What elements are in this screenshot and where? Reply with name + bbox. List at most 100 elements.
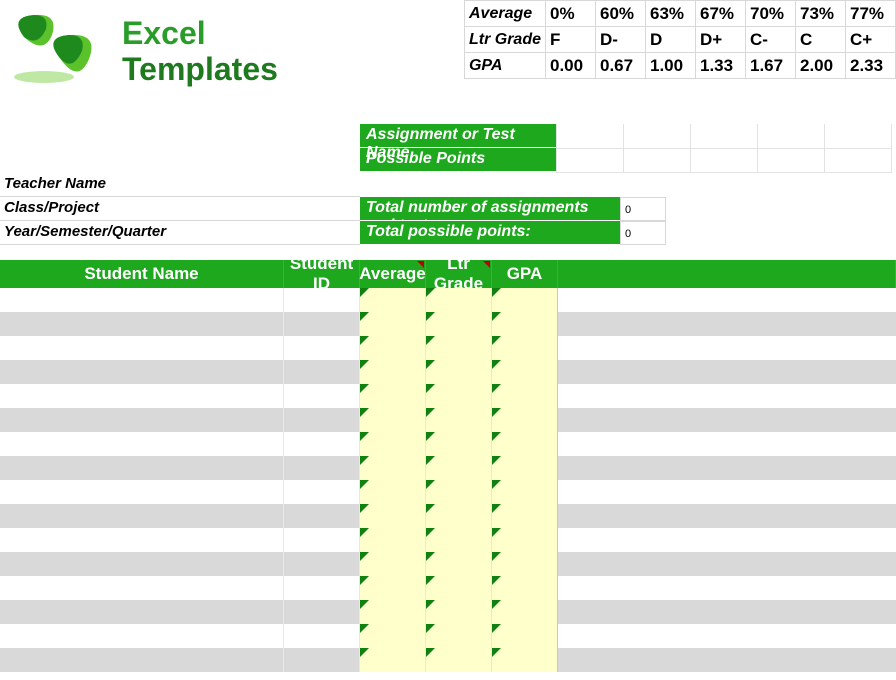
asn-cell[interactable] <box>624 124 691 148</box>
scale-cell[interactable]: 0% <box>546 1 596 27</box>
cell-average[interactable] <box>360 288 426 312</box>
asn-cell[interactable] <box>624 148 691 172</box>
cell-student-id[interactable] <box>284 552 360 576</box>
cell-student-id[interactable] <box>284 648 360 672</box>
cell-average[interactable] <box>360 504 426 528</box>
cell-student-id[interactable] <box>284 624 360 648</box>
cell-gpa[interactable] <box>492 336 558 360</box>
cell-letter-grade[interactable] <box>426 576 492 600</box>
cell-gpa[interactable] <box>492 384 558 408</box>
table-row[interactable] <box>0 384 896 408</box>
scale-cell[interactable]: D <box>646 27 696 53</box>
year-semester-label[interactable]: Year/Semester/Quarter <box>0 221 360 245</box>
cell-letter-grade[interactable] <box>426 504 492 528</box>
cell-scores-area[interactable] <box>558 408 896 432</box>
cell-average[interactable] <box>360 648 426 672</box>
cell-scores-area[interactable] <box>558 384 896 408</box>
table-row[interactable] <box>0 408 896 432</box>
cell-student-id[interactable] <box>284 312 360 336</box>
cell-scores-area[interactable] <box>558 528 896 552</box>
cell-letter-grade[interactable] <box>426 480 492 504</box>
cell-student-id[interactable] <box>284 432 360 456</box>
scale-cell[interactable]: 2.00 <box>796 53 846 79</box>
cell-average[interactable] <box>360 432 426 456</box>
cell-gpa[interactable] <box>492 312 558 336</box>
cell-scores-area[interactable] <box>558 624 896 648</box>
scale-cell[interactable]: 0.67 <box>596 53 646 79</box>
cell-student-id[interactable] <box>284 480 360 504</box>
cell-average[interactable] <box>360 552 426 576</box>
asn-cell[interactable] <box>758 148 825 172</box>
cell-average[interactable] <box>360 624 426 648</box>
scale-cell[interactable]: 1.67 <box>746 53 796 79</box>
cell-scores-area[interactable] <box>558 360 896 384</box>
cell-letter-grade[interactable] <box>426 336 492 360</box>
cell-student-id[interactable] <box>284 408 360 432</box>
asn-cell[interactable] <box>557 124 624 148</box>
scale-cell[interactable]: 70% <box>746 1 796 27</box>
cell-student-name[interactable] <box>0 456 284 480</box>
comment-indicator-icon[interactable] <box>417 261 424 268</box>
cell-letter-grade[interactable] <box>426 552 492 576</box>
cell-student-id[interactable] <box>284 528 360 552</box>
asn-cell[interactable] <box>691 148 758 172</box>
cell-scores-area[interactable] <box>558 312 896 336</box>
cell-student-name[interactable] <box>0 552 284 576</box>
table-row[interactable] <box>0 576 896 600</box>
cell-scores-area[interactable] <box>558 480 896 504</box>
scale-cell[interactable]: D- <box>596 27 646 53</box>
asn-cell[interactable] <box>557 148 624 172</box>
cell-letter-grade[interactable] <box>426 456 492 480</box>
cell-gpa[interactable] <box>492 576 558 600</box>
cell-letter-grade[interactable] <box>426 408 492 432</box>
cell-student-name[interactable] <box>0 312 284 336</box>
table-row[interactable] <box>0 456 896 480</box>
cell-student-name[interactable] <box>0 624 284 648</box>
cell-letter-grade[interactable] <box>426 384 492 408</box>
cell-gpa[interactable] <box>492 504 558 528</box>
cell-student-name[interactable] <box>0 480 284 504</box>
cell-student-id[interactable] <box>284 576 360 600</box>
asn-cell[interactable] <box>758 124 825 148</box>
cell-average[interactable] <box>360 600 426 624</box>
cell-letter-grade[interactable] <box>426 288 492 312</box>
cell-student-id[interactable] <box>284 600 360 624</box>
table-row[interactable] <box>0 624 896 648</box>
cell-scores-area[interactable] <box>558 648 896 672</box>
cell-student-name[interactable] <box>0 504 284 528</box>
cell-scores-area[interactable] <box>558 552 896 576</box>
cell-letter-grade[interactable] <box>426 624 492 648</box>
comment-indicator-icon[interactable] <box>483 261 490 268</box>
cell-letter-grade[interactable] <box>426 528 492 552</box>
cell-student-name[interactable] <box>0 384 284 408</box>
asn-cell[interactable] <box>825 124 892 148</box>
cell-gpa[interactable] <box>492 648 558 672</box>
scale-cell[interactable]: C+ <box>846 27 896 53</box>
cell-student-name[interactable] <box>0 432 284 456</box>
cell-student-name[interactable] <box>0 648 284 672</box>
cell-scores-area[interactable] <box>558 432 896 456</box>
cell-student-id[interactable] <box>284 336 360 360</box>
cell-scores-area[interactable] <box>558 288 896 312</box>
scale-cell[interactable]: 77% <box>846 1 896 27</box>
cell-letter-grade[interactable] <box>426 648 492 672</box>
cell-student-name[interactable] <box>0 528 284 552</box>
table-row[interactable] <box>0 504 896 528</box>
class-project-label[interactable]: Class/Project <box>0 197 360 221</box>
cell-student-name[interactable] <box>0 336 284 360</box>
scale-cell[interactable]: D+ <box>696 27 746 53</box>
cell-scores-area[interactable] <box>558 576 896 600</box>
cell-average[interactable] <box>360 384 426 408</box>
table-row[interactable] <box>0 288 896 312</box>
asn-cell[interactable] <box>825 148 892 172</box>
cell-student-name[interactable] <box>0 600 284 624</box>
scale-cell[interactable]: C <box>796 27 846 53</box>
cell-student-name[interactable] <box>0 576 284 600</box>
cell-letter-grade[interactable] <box>426 312 492 336</box>
asn-cell[interactable] <box>691 124 758 148</box>
table-row[interactable] <box>0 312 896 336</box>
cell-letter-grade[interactable] <box>426 432 492 456</box>
cell-scores-area[interactable] <box>558 336 896 360</box>
cell-gpa[interactable] <box>492 528 558 552</box>
cell-average[interactable] <box>360 480 426 504</box>
